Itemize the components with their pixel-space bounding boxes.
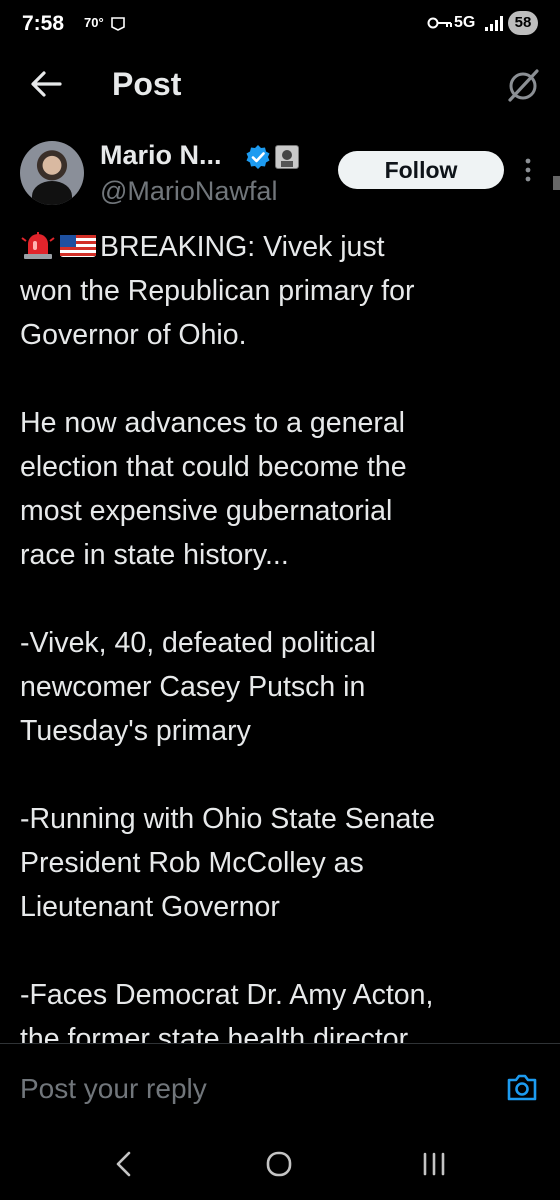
post-line: newcomer Casey Putsch in xyxy=(20,671,366,703)
network-type: 5G xyxy=(454,14,476,31)
post-line-text: BREAKING: Vivek just xyxy=(100,231,385,263)
affiliate-badge-icon xyxy=(275,145,299,169)
paragraph-break xyxy=(20,577,540,621)
paragraph-break xyxy=(20,929,540,973)
reply-bar xyxy=(0,1043,560,1138)
post-line: Governor of Ohio. xyxy=(20,319,247,351)
camera-icon[interactable] xyxy=(506,1072,538,1102)
nav-home-icon[interactable] xyxy=(265,1150,293,1178)
page-title: Post xyxy=(112,66,182,102)
status-time: 7:58 xyxy=(22,12,65,35)
post-line: -Faces Democrat Dr. Amy Acton, xyxy=(20,979,434,1011)
verified-badge-icon xyxy=(246,145,270,169)
app-header: Post xyxy=(0,52,560,120)
post-line: -Running with Ohio State Senate xyxy=(20,803,436,835)
paragraph-break xyxy=(20,357,540,401)
post-line: election that could become the xyxy=(20,451,407,483)
paragraph-break xyxy=(20,753,540,797)
author-name[interactable]: Mario N... xyxy=(100,140,222,171)
arrow-left-icon[interactable] xyxy=(26,66,66,102)
post-line: the former state health director xyxy=(20,1023,409,1043)
post-line: -Vivek, 40, defeated political xyxy=(20,627,376,659)
post-line: President Rob McColley as xyxy=(20,847,364,879)
post-line: Tuesday's primary xyxy=(20,715,251,747)
nav-back-icon[interactable] xyxy=(112,1149,136,1179)
post-line: most expensive gubernatorial xyxy=(20,495,393,527)
follow-button[interactable]: Follow xyxy=(338,151,504,189)
grok-icon[interactable] xyxy=(504,66,542,104)
police-light-icon xyxy=(21,232,55,259)
post-line: Lieutenant Governor xyxy=(20,891,280,923)
post-line: He now advances to a general xyxy=(20,407,406,439)
battery-level: 58 xyxy=(508,11,538,35)
avatar-figure xyxy=(32,181,72,205)
status-temperature: 70° xyxy=(84,15,104,30)
status-bar: 7:58 70° 5G 58 xyxy=(0,0,560,52)
avatar[interactable] xyxy=(20,141,84,205)
nav-recents-icon[interactable] xyxy=(420,1151,448,1177)
reply-input[interactable] xyxy=(20,1068,480,1110)
us-flag-icon xyxy=(60,235,96,257)
weather-icon xyxy=(111,17,125,31)
author-handle[interactable]: @MarioNawfal xyxy=(100,176,277,207)
post-text: BREAKING: Vivek just won the Republican … xyxy=(20,225,540,1043)
more-options-icon[interactable] xyxy=(518,155,538,185)
post-line: won the Republican primary for xyxy=(20,275,415,307)
system-nav-bar xyxy=(0,1137,560,1200)
post-line: race in state history... xyxy=(20,539,289,571)
scroll-indicator xyxy=(553,176,560,190)
post-line: BREAKING: Vivek just xyxy=(20,225,540,269)
vpn-key-icon xyxy=(427,17,452,29)
signal-icon xyxy=(485,16,503,31)
